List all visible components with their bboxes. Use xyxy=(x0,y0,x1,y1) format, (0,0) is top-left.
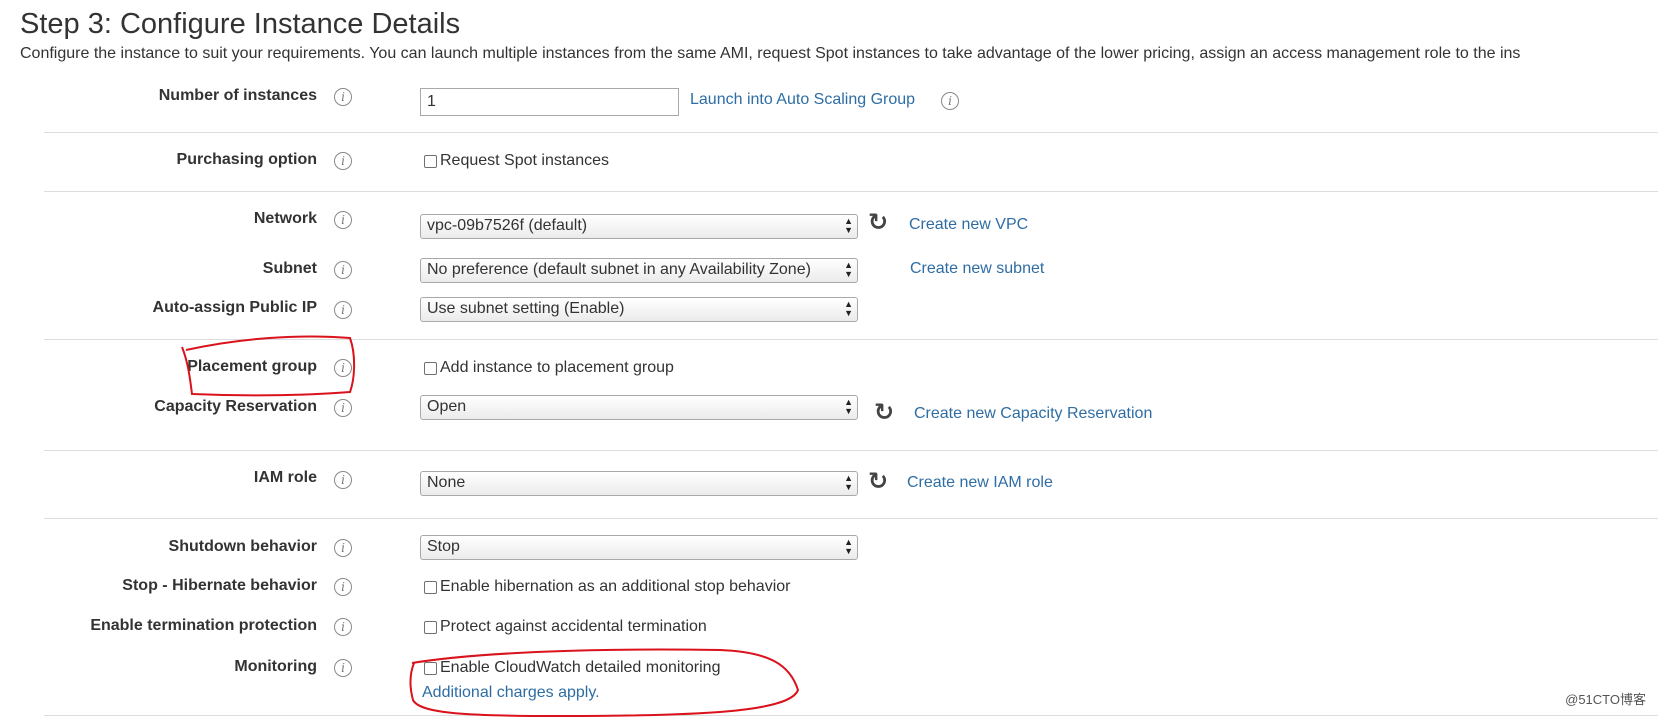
section-divider xyxy=(44,132,1658,133)
cloudwatch-monitoring-checkbox[interactable]: Enable CloudWatch detailed monitoring xyxy=(424,659,720,677)
select-arrows-icon: ▲ ▼ xyxy=(844,397,853,416)
info-icon[interactable]: i xyxy=(334,578,352,596)
info-icon[interactable]: i xyxy=(941,92,959,110)
section-divider xyxy=(44,450,1658,451)
refresh-icon[interactable]: ↻ xyxy=(868,470,888,494)
info-icon[interactable]: i xyxy=(334,471,352,489)
label-shutdown-behavior: Shutdown behavior xyxy=(168,538,317,555)
select-arrows-icon: ▲ ▼ xyxy=(844,299,853,318)
create-new-iam-role-link[interactable]: Create new IAM role xyxy=(907,474,1053,492)
number-of-instances-input[interactable] xyxy=(420,88,679,116)
label-auto-assign-public-ip: Auto-assign Public IP xyxy=(152,299,317,316)
launch-auto-scaling-link[interactable]: Launch into Auto Scaling Group xyxy=(690,91,915,109)
network-select[interactable]: vpc-09b7526f (default) ▲ ▼ xyxy=(420,214,858,239)
info-icon[interactable]: i xyxy=(334,539,352,557)
termination-protection-checkbox[interactable]: Protect against accidental termination xyxy=(424,618,707,636)
watermark: @51CTO博客 xyxy=(1565,692,1646,707)
public-ip-select[interactable]: Use subnet setting (Enable) ▲ ▼ xyxy=(420,297,858,322)
info-icon[interactable]: i xyxy=(334,399,352,417)
refresh-icon[interactable]: ↻ xyxy=(868,211,888,235)
page-description: Configure the instance to suit your requ… xyxy=(20,45,1521,62)
section-divider xyxy=(44,339,1658,340)
info-icon[interactable]: i xyxy=(334,211,352,229)
shutdown-behavior-select[interactable]: Stop ▲ ▼ xyxy=(420,535,858,560)
refresh-icon[interactable]: ↻ xyxy=(874,401,894,425)
select-value: vpc-09b7526f (default) xyxy=(427,217,588,234)
section-divider xyxy=(44,518,1658,519)
checkbox-label: Add instance to placement group xyxy=(440,359,674,376)
checkbox-box[interactable] xyxy=(424,154,437,168)
checkbox-box[interactable] xyxy=(424,580,437,594)
hibernate-checkbox[interactable]: Enable hibernation as an additional stop… xyxy=(424,578,790,596)
section-divider xyxy=(44,715,1658,716)
info-icon[interactable]: i xyxy=(334,152,352,170)
checkbox-box[interactable] xyxy=(424,661,437,675)
label-placement-group: Placement group xyxy=(187,358,317,375)
request-spot-checkbox[interactable]: Request Spot instances xyxy=(424,152,609,170)
section-divider xyxy=(44,191,1658,192)
label-network: Network xyxy=(253,210,317,227)
checkbox-label: Protect against accidental termination xyxy=(440,618,707,635)
label-number-of-instances: Number of instances xyxy=(158,87,317,104)
create-new-subnet-link[interactable]: Create new subnet xyxy=(910,260,1044,278)
label-purchasing-option: Purchasing option xyxy=(176,151,317,168)
label-monitoring: Monitoring xyxy=(234,658,317,675)
info-icon[interactable]: i xyxy=(334,359,352,377)
checkbox-box[interactable] xyxy=(424,361,437,375)
checkbox-label: Enable hibernation as an additional stop… xyxy=(440,578,791,595)
label-iam-role: IAM role xyxy=(253,469,317,486)
label-termination-protection: Enable termination protection xyxy=(90,617,317,634)
info-icon[interactable]: i xyxy=(334,659,352,677)
additional-charges-link[interactable]: Additional charges apply. xyxy=(422,684,600,702)
select-arrows-icon: ▲ ▼ xyxy=(844,473,853,492)
info-icon[interactable]: i xyxy=(334,301,352,319)
info-icon[interactable]: i xyxy=(334,88,352,106)
placement-group-checkbox[interactable]: Add instance to placement group xyxy=(424,359,674,377)
label-hibernate-behavior: Stop - Hibernate behavior xyxy=(122,577,317,594)
info-icon[interactable]: i xyxy=(334,618,352,636)
checkbox-label: Request Spot instances xyxy=(440,152,609,169)
select-arrows-icon: ▲ ▼ xyxy=(844,260,853,279)
iam-role-select[interactable]: None ▲ ▼ xyxy=(420,471,858,496)
subnet-select[interactable]: No preference (default subnet in any Ava… xyxy=(420,258,858,283)
checkbox-box[interactable] xyxy=(424,620,437,634)
create-capacity-reservation-link[interactable]: Create new Capacity Reservation xyxy=(914,405,1152,423)
info-icon[interactable]: i xyxy=(334,261,352,279)
select-value: Open xyxy=(427,398,467,415)
create-new-vpc-link[interactable]: Create new VPC xyxy=(909,216,1028,234)
select-value: Use subnet setting (Enable) xyxy=(427,300,625,317)
page-title: Step 3: Configure Instance Details xyxy=(20,8,461,40)
select-value: None xyxy=(427,474,466,491)
select-arrows-icon: ▲ ▼ xyxy=(844,537,853,556)
label-subnet: Subnet xyxy=(262,260,317,277)
checkbox-label: Enable CloudWatch detailed monitoring xyxy=(440,659,721,676)
capacity-reservation-select[interactable]: Open ▲ ▼ xyxy=(420,395,858,420)
select-value: No preference (default subnet in any Ava… xyxy=(427,261,811,278)
select-value: Stop xyxy=(427,538,460,555)
label-capacity-reservation: Capacity Reservation xyxy=(154,398,317,415)
select-arrows-icon: ▲ ▼ xyxy=(844,216,853,235)
